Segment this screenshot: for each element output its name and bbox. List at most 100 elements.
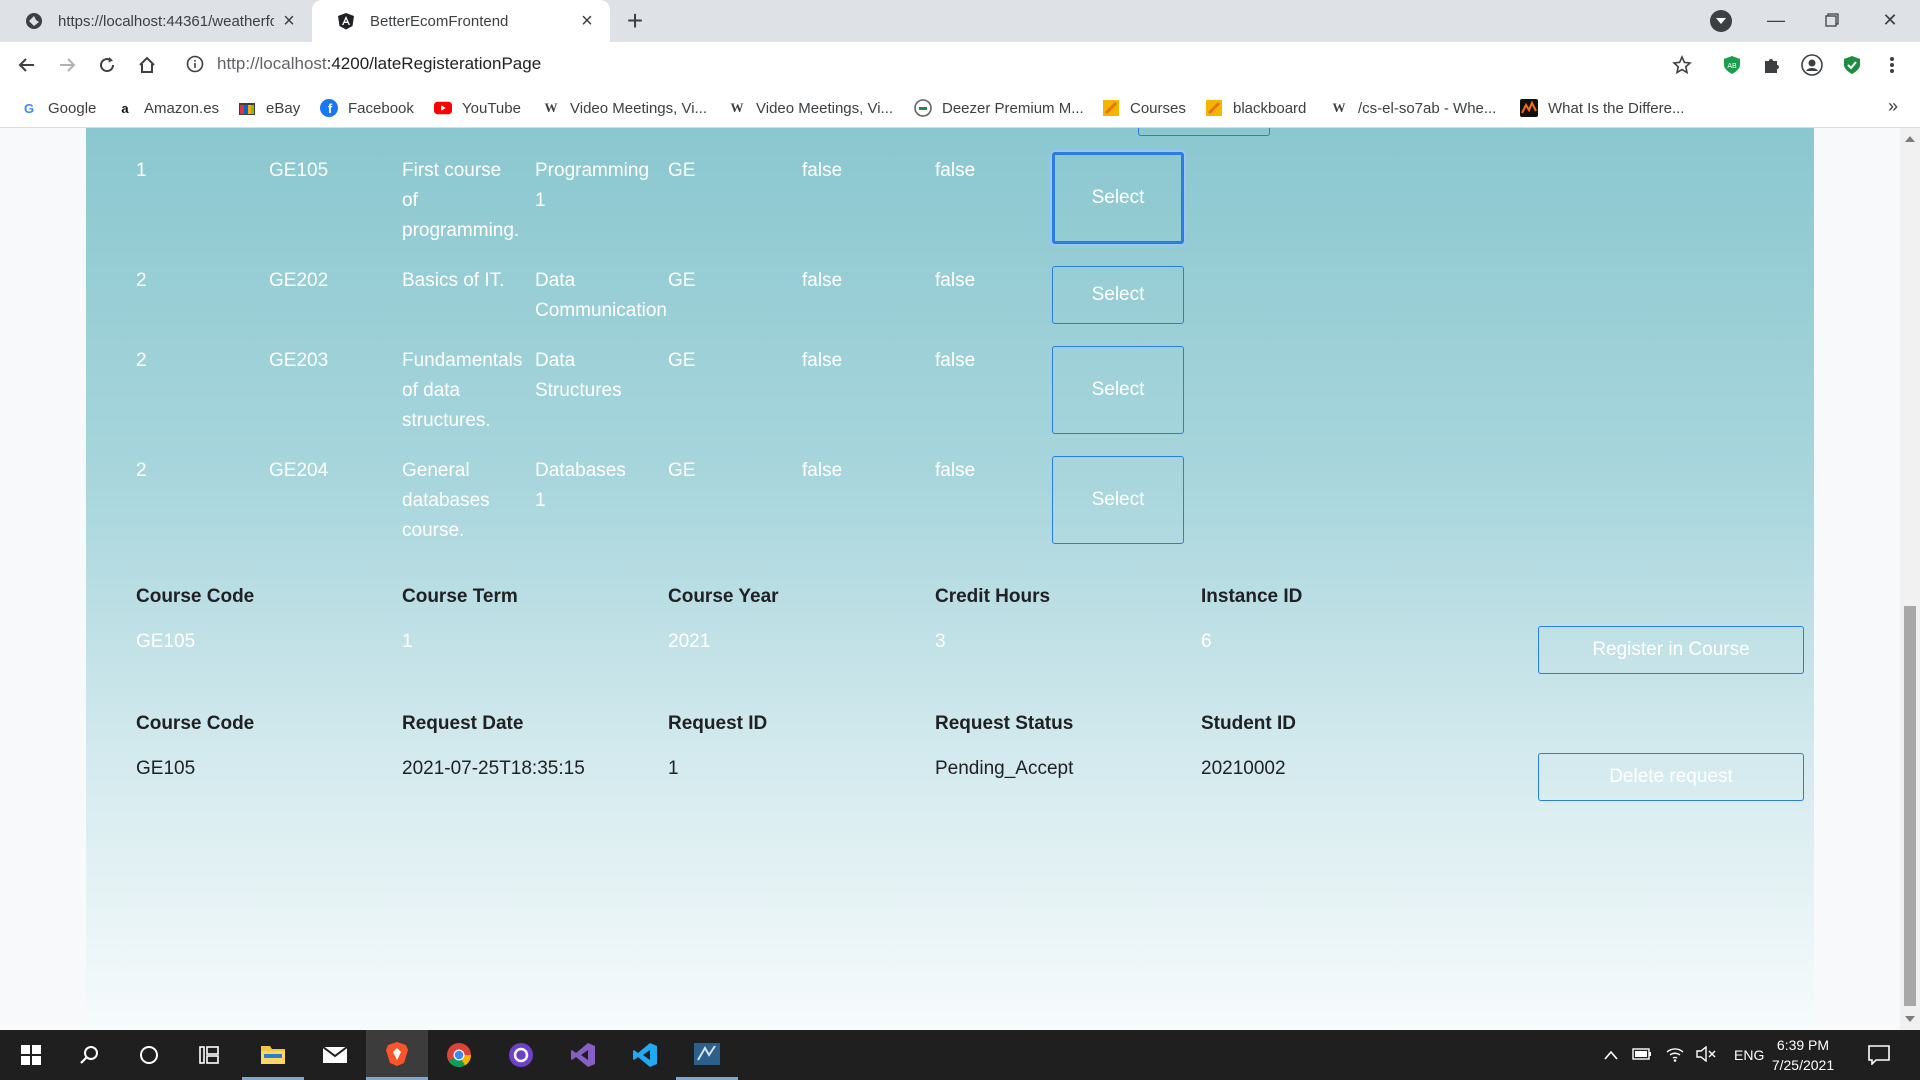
task-view-icon[interactable] <box>178 1030 240 1080</box>
course-code: GE204 <box>269 460 329 481</box>
address-bar[interactable]: http://localhost:4200/lateRegisterationP… <box>217 54 541 74</box>
course-name: Data Communication <box>535 270 667 321</box>
bookmark-label: Google <box>48 99 97 117</box>
bookmark-courses[interactable]: Courses <box>1102 96 1186 120</box>
extensions-puzzle-icon[interactable] <box>1760 53 1784 77</box>
value-course-code: GE105 <box>136 631 196 652</box>
value-instance-id: 6 <box>1201 631 1212 652</box>
tab-title: https://localhost:44361/weatherforecast <box>58 12 274 30</box>
bookmark-label: blackboard <box>1233 99 1307 117</box>
search-icon[interactable] <box>58 1030 120 1080</box>
select-button-partial[interactable] <box>1138 128 1270 136</box>
tab-title: BetterEcomFrontend <box>370 12 509 30</box>
course-description: First course of programming. <box>402 160 520 241</box>
course-code: GE105 <box>269 160 329 181</box>
course-description: General databases course. <box>402 460 490 541</box>
language-indicator[interactable]: ENG <box>1734 1047 1764 1063</box>
chrome-icon[interactable] <box>428 1030 490 1080</box>
angular-icon <box>336 11 356 31</box>
course-term: 2 <box>136 460 147 481</box>
security-shield-icon[interactable] <box>1840 53 1864 77</box>
cortana-icon[interactable] <box>118 1030 180 1080</box>
bookmark-label: Video Meetings, Vi... <box>570 99 708 117</box>
browser-menu-icon[interactable] <box>1880 53 1904 77</box>
bookmark-label: Deezer Premium M... <box>942 99 1084 117</box>
w-icon: W <box>1332 100 1346 115</box>
forward-icon[interactable] <box>51 49 83 81</box>
windows-start-icon[interactable] <box>0 1030 62 1080</box>
course-flag-1: false <box>802 460 843 481</box>
course-flag-2: false <box>935 350 976 371</box>
course-name: Programming 1 <box>535 160 650 211</box>
header-request-id: Request ID <box>668 713 768 734</box>
bookmark-blackboard[interactable]: blackboard <box>1205 96 1306 120</box>
value-course-year: 2021 <box>668 631 711 652</box>
site-info-icon[interactable] <box>186 55 204 78</box>
value-course-term: 1 <box>402 631 413 652</box>
course-flag-2: false <box>935 460 976 481</box>
brave-icon[interactable] <box>366 1030 428 1080</box>
windows-taskbar: ENG 6:39 PM 7/25/2021 <box>0 1030 1920 1080</box>
back-icon[interactable] <box>11 49 43 81</box>
adblock-icon[interactable]: AB <box>1720 53 1744 77</box>
bookmark-deezer[interactable]: Deezer Premium M... <box>914 96 1084 120</box>
value-credit-hours: 3 <box>935 631 946 652</box>
tab-betterecomfrontend[interactable]: BetterEcomFrontend × <box>312 0 610 42</box>
register-in-course-button[interactable]: Register in Course <box>1538 626 1804 674</box>
scrollbar-thumb[interactable] <box>1904 606 1916 1006</box>
close-tab-icon[interactable]: × <box>278 10 300 32</box>
delete-request-button[interactable]: Delete request <box>1538 753 1804 801</box>
header-request-date: Request Date <box>402 713 524 734</box>
close-window-button[interactable]: ✕ <box>1870 4 1910 36</box>
scroll-down-icon[interactable] <box>1905 1016 1915 1022</box>
tab-search-icon[interactable] <box>1710 10 1732 32</box>
page-scrollbar[interactable] <box>1900 128 1920 1030</box>
bookmark-star-icon[interactable] <box>1670 53 1694 77</box>
home-icon[interactable] <box>131 49 163 81</box>
github-desktop-icon[interactable] <box>490 1030 552 1080</box>
select-course-button[interactable]: Select <box>1052 152 1184 244</box>
mail-icon[interactable] <box>304 1030 366 1080</box>
battery-icon[interactable] <box>1632 1047 1652 1063</box>
select-course-button[interactable]: Select <box>1052 456 1184 544</box>
bookmark-google[interactable]: G Google <box>20 96 96 120</box>
tab-weatherforecast[interactable]: https://localhost:44361/weatherforecast … <box>0 0 312 42</box>
bookmark-what-is-the-difference[interactable]: What Is the Differe... <box>1520 96 1684 120</box>
bookmark-amazon[interactable]: a Amazon.es <box>116 96 219 120</box>
select-course-button[interactable]: Select <box>1052 346 1184 434</box>
bookmark-video-meetings-2[interactable]: W Video Meetings, Vi... <box>728 96 894 120</box>
select-course-button[interactable]: Select <box>1052 266 1184 324</box>
volume-muted-icon[interactable] <box>1696 1045 1716 1065</box>
visual-studio-icon[interactable] <box>552 1030 614 1080</box>
sql-server-icon[interactable] <box>676 1030 738 1080</box>
clock[interactable]: 6:39 PM 7/25/2021 <box>1762 1035 1844 1075</box>
bookmark-facebook[interactable]: f Facebook <box>320 96 414 120</box>
header-course-term: Course Term <box>402 586 518 607</box>
bookmark-cs-el-so7ab[interactable]: W /cs-el-so7ab - Whe... <box>1330 96 1497 120</box>
course-flag-2: false <box>935 160 976 181</box>
new-tab-button[interactable]: + <box>621 7 649 36</box>
scroll-up-icon[interactable] <box>1905 136 1915 142</box>
close-tab-icon[interactable]: × <box>576 10 598 32</box>
bookmarks-overflow-icon[interactable]: » <box>1888 96 1898 117</box>
bookmark-youtube[interactable]: YouTube <box>434 96 521 120</box>
profile-avatar-icon[interactable] <box>1800 53 1824 77</box>
course-flag-1: false <box>802 270 843 291</box>
wifi-icon[interactable] <box>1666 1046 1684 1065</box>
course-flag-1: false <box>802 160 843 181</box>
course-code: GE203 <box>269 350 329 371</box>
bookmark-ebay[interactable]: eBay <box>238 96 300 120</box>
restore-button[interactable] <box>1812 4 1852 36</box>
show-hidden-icons-icon[interactable] <box>1604 1047 1618 1063</box>
notifications-icon[interactable] <box>1848 1030 1910 1080</box>
reload-icon[interactable] <box>91 49 123 81</box>
file-explorer-icon[interactable] <box>242 1030 304 1080</box>
value-request-date: 2021-07-25T18:35:15 <box>402 758 585 779</box>
globe-icon <box>24 11 44 31</box>
bookmark-video-meetings-1[interactable]: W Video Meetings, Vi... <box>542 96 708 120</box>
course-department: GE <box>668 460 696 481</box>
value-request-course-code: GE105 <box>136 758 196 779</box>
vscode-icon[interactable] <box>614 1030 676 1080</box>
minimize-button[interactable]: — <box>1756 4 1796 36</box>
google-icon: G <box>23 100 35 116</box>
